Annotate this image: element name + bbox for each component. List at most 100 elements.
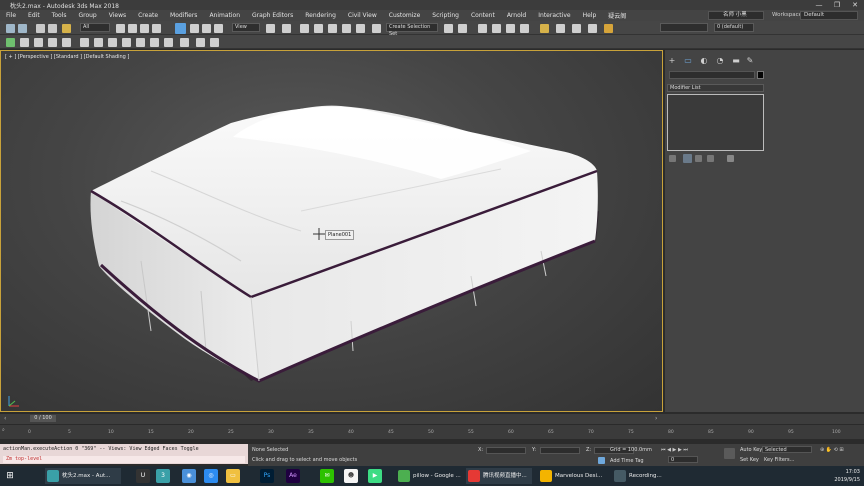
- create-tab-icon[interactable]: +: [667, 56, 677, 66]
- modify-tab-icon[interactable]: ▭: [683, 56, 693, 66]
- pin-stack-icon[interactable]: [669, 155, 676, 162]
- modify-icon[interactable]: [20, 38, 29, 47]
- show-end-result-icon[interactable]: [683, 154, 692, 163]
- set-key-button[interactable]: Set Key: [740, 457, 759, 463]
- menu-civil-view[interactable]: Civil View: [342, 12, 383, 19]
- menu-help[interactable]: Help: [577, 12, 603, 19]
- maximize-button[interactable]: ❐: [828, 0, 846, 10]
- select-move-icon[interactable]: [175, 23, 186, 34]
- playback-controls[interactable]: ⏮ ◀ ▶ ▶ ⏭: [661, 447, 688, 453]
- scale-icon[interactable]: [202, 24, 211, 33]
- utilities-tab-icon[interactable]: ✎: [745, 56, 755, 66]
- spacewarp-icon[interactable]: [180, 38, 189, 47]
- freeze-icon[interactable]: [108, 38, 117, 47]
- file-explorer-icon[interactable]: ▭: [226, 469, 240, 483]
- modifier-stack[interactable]: [667, 94, 764, 151]
- system-clock[interactable]: 17:03 2019/9/15: [834, 468, 860, 484]
- curve-editor-icon[interactable]: [520, 24, 529, 33]
- menu-graph-editors[interactable]: Graph Editors: [246, 12, 299, 19]
- menu-group[interactable]: Group: [72, 12, 102, 19]
- utilities-icon[interactable]: [80, 38, 89, 47]
- after-effects-icon[interactable]: Ae: [286, 469, 300, 483]
- window-crossing-icon[interactable]: [152, 24, 161, 33]
- light-icon[interactable]: [136, 38, 145, 47]
- keyboard-shortcut-icon[interactable]: [300, 24, 309, 33]
- hierarchy-tab-icon[interactable]: ◐: [699, 56, 709, 66]
- helper-icon[interactable]: [164, 38, 173, 47]
- display-icon[interactable]: [62, 38, 71, 47]
- menu-customize[interactable]: Customize: [383, 12, 427, 19]
- viewport-nav-controls[interactable]: ⊕ ✋ ⟲ ⊞: [820, 447, 844, 453]
- menu-animation[interactable]: Animation: [203, 12, 246, 19]
- bind-space-warp-icon[interactable]: [62, 24, 71, 33]
- close-button[interactable]: ✕: [846, 0, 864, 10]
- redo-icon[interactable]: [18, 24, 27, 33]
- windows-start-icon[interactable]: ⊞: [3, 469, 17, 483]
- remove-modifier-icon[interactable]: [707, 155, 714, 162]
- reference-coordinate-dropdown[interactable]: View: [232, 23, 260, 32]
- layer-toolbar-field[interactable]: [660, 23, 708, 32]
- taskbar-button-3dsmax[interactable]: 枕头2.max - Aut...: [45, 468, 121, 484]
- menu-modifiers[interactable]: Modifiers: [164, 12, 203, 19]
- taskbar-button-chrome[interactable]: pillow - Google ...: [396, 468, 462, 484]
- y-coordinate-field[interactable]: [540, 447, 580, 454]
- time-slider-prev-icon[interactable]: ‹: [4, 415, 6, 422]
- add-time-tag[interactable]: Add Time Tag: [610, 458, 644, 464]
- systems-icon[interactable]: [196, 38, 205, 47]
- taskbar-button-marvelous[interactable]: Marvelous Desi...: [538, 468, 608, 484]
- key-mode-dropdown[interactable]: Selected: [762, 446, 812, 453]
- object-color-swatch[interactable]: [757, 71, 764, 79]
- menu-content[interactable]: Content: [465, 12, 501, 19]
- menu-interactive[interactable]: Interactive: [532, 12, 576, 19]
- percent-snap-icon[interactable]: [342, 24, 351, 33]
- track-bar[interactable]: ⌕ 0 5 10 15 20 25 30 35 40 45 50 55 60 6…: [0, 424, 864, 439]
- object-name-field[interactable]: [669, 71, 755, 79]
- select-object-icon[interactable]: [116, 24, 125, 33]
- select-by-name-icon[interactable]: [128, 24, 137, 33]
- qq-icon[interactable]: ☻: [344, 469, 358, 483]
- ribbon-toggle-icon[interactable]: [506, 24, 515, 33]
- selection-filter-dropdown[interactable]: All: [80, 23, 110, 32]
- photos-icon[interactable]: ◉: [182, 469, 196, 483]
- angle-snap-icon[interactable]: [328, 24, 337, 33]
- taskbar-button-recording[interactable]: Recording...: [612, 468, 672, 484]
- edit-named-selection-icon[interactable]: [372, 24, 381, 33]
- taskbar-button-tencent[interactable]: 腾讯视频直播中...: [466, 468, 532, 484]
- key-filters-button[interactable]: Key Filters...: [764, 457, 794, 463]
- mirror-icon[interactable]: [444, 24, 453, 33]
- select-manipulate-icon[interactable]: [282, 24, 291, 33]
- menu-file[interactable]: File: [0, 12, 22, 19]
- time-slider-next-icon[interactable]: ›: [655, 415, 657, 422]
- layer-explorer-icon[interactable]: [478, 24, 487, 33]
- modifier-list-dropdown[interactable]: Modifier List: [667, 84, 764, 92]
- 3dsmax-icon[interactable]: 3: [156, 469, 170, 483]
- media-player-icon[interactable]: ▶: [368, 469, 382, 483]
- motion-icon[interactable]: [48, 38, 57, 47]
- create-icon[interactable]: [6, 38, 15, 47]
- time-slider-frame[interactable]: 0 / 100: [30, 415, 56, 422]
- undo-icon[interactable]: [6, 24, 15, 33]
- set-key-icon[interactable]: [724, 448, 735, 459]
- browser-icon[interactable]: ◎: [204, 469, 218, 483]
- render-setup-icon[interactable]: [572, 24, 581, 33]
- light-bulb-icon[interactable]: [210, 38, 219, 47]
- placement-icon[interactable]: [214, 24, 223, 33]
- menu-edit[interactable]: Edit: [22, 12, 46, 19]
- render-production-icon[interactable]: [604, 24, 613, 33]
- menu-tools[interactable]: Tools: [46, 12, 73, 19]
- minimize-button[interactable]: —: [810, 0, 828, 10]
- menu-create[interactable]: Create: [132, 12, 164, 19]
- wechat-icon[interactable]: ✉: [320, 469, 334, 483]
- display-tab-icon[interactable]: ▬: [731, 56, 741, 66]
- isolate-icon[interactable]: [94, 38, 103, 47]
- hierarchy-icon[interactable]: [34, 38, 43, 47]
- filter-icon[interactable]: ⌕: [2, 427, 5, 433]
- menu-plugin[interactable]: 疑云阁: [602, 11, 632, 20]
- x-coordinate-field[interactable]: [486, 447, 526, 454]
- spinner-snap-icon[interactable]: [356, 24, 365, 33]
- current-frame-field[interactable]: 0: [668, 456, 698, 463]
- photoshop-icon[interactable]: Ps: [260, 469, 274, 483]
- rect-selection-icon[interactable]: [140, 24, 149, 33]
- layer-dropdown[interactable]: 0 (default): [714, 23, 754, 32]
- rendered-frame-icon[interactable]: [588, 24, 597, 33]
